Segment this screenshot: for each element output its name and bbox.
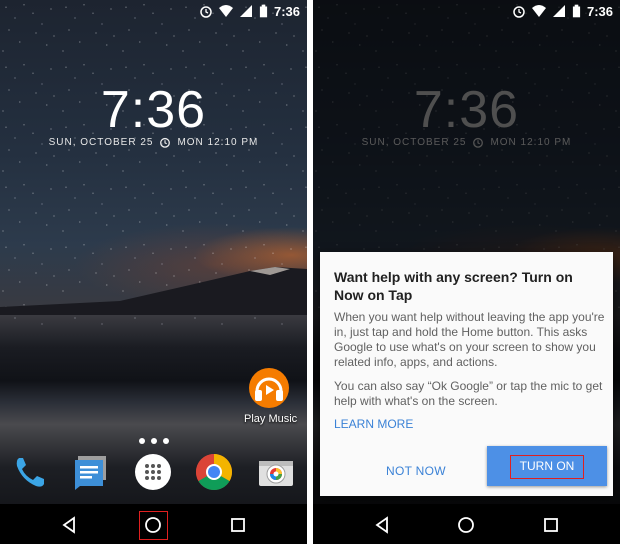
back-icon[interactable] bbox=[371, 514, 393, 536]
dock bbox=[0, 452, 307, 498]
page-indicator bbox=[0, 438, 307, 444]
signal-icon bbox=[239, 5, 252, 17]
navigation-bar bbox=[0, 504, 307, 544]
app-drawer-icon[interactable] bbox=[133, 452, 173, 492]
alarm-icon bbox=[160, 137, 171, 148]
chrome-icon[interactable] bbox=[194, 452, 234, 492]
wifi-icon bbox=[531, 5, 546, 17]
page-dot bbox=[138, 438, 145, 444]
battery-icon bbox=[572, 4, 581, 18]
messenger-icon[interactable] bbox=[72, 452, 112, 492]
home-button-highlight bbox=[139, 511, 168, 540]
camera-icon[interactable] bbox=[256, 452, 296, 492]
status-bar: 7:36 bbox=[313, 0, 620, 22]
play-music-label[interactable]: Play Music bbox=[244, 413, 297, 425]
page-dot bbox=[150, 438, 157, 444]
alarm-icon bbox=[513, 6, 525, 18]
signal-icon bbox=[552, 5, 565, 17]
mountain-silhouette bbox=[0, 267, 307, 315]
next-alarm-label: MON 12:10 PM bbox=[177, 136, 259, 148]
not-now-button[interactable]: NOT NOW bbox=[386, 464, 446, 478]
play-music-icon[interactable] bbox=[248, 367, 290, 409]
dialog-title: Want help with any screen? Turn on Now o… bbox=[334, 269, 573, 303]
clock: 7:36 bbox=[100, 81, 207, 139]
date-label: SUN, OCTOBER 25 bbox=[48, 136, 154, 148]
navigation-bar bbox=[313, 504, 620, 544]
home-screen: 7:36 7:36 SUN, OCTOBER 25 MON 12:10 PM P… bbox=[0, 0, 307, 544]
dialog-body-1: When you want help without leaving the a… bbox=[334, 310, 605, 369]
turn-on-highlight bbox=[510, 455, 584, 479]
recents-icon[interactable] bbox=[540, 514, 562, 536]
dialog-body-2: You can also say “Ok Google” or tap the … bbox=[334, 379, 603, 408]
status-time: 7:36 bbox=[586, 3, 613, 19]
phone-icon[interactable] bbox=[10, 452, 50, 492]
status-time: 7:36 bbox=[273, 3, 300, 19]
battery-icon bbox=[259, 4, 268, 18]
recents-icon[interactable] bbox=[227, 514, 249, 536]
page-dot bbox=[162, 438, 169, 444]
wifi-icon bbox=[218, 5, 233, 17]
status-bar: 7:36 bbox=[0, 0, 307, 22]
alarm-icon bbox=[200, 6, 212, 18]
back-icon[interactable] bbox=[58, 514, 80, 536]
date-row: SUN, OCTOBER 25 MON 12:10 PM bbox=[0, 136, 307, 148]
learn-more-link[interactable]: LEARN MORE bbox=[334, 417, 413, 431]
home-button-icon[interactable] bbox=[455, 514, 477, 536]
now-on-tap-dialog: Want help with any screen? Turn on Now o… bbox=[320, 252, 613, 496]
now-on-tap-screen: 7:36 SUN, OCTOBER 25 MON 12:10 PM 7:36 W… bbox=[313, 0, 620, 544]
